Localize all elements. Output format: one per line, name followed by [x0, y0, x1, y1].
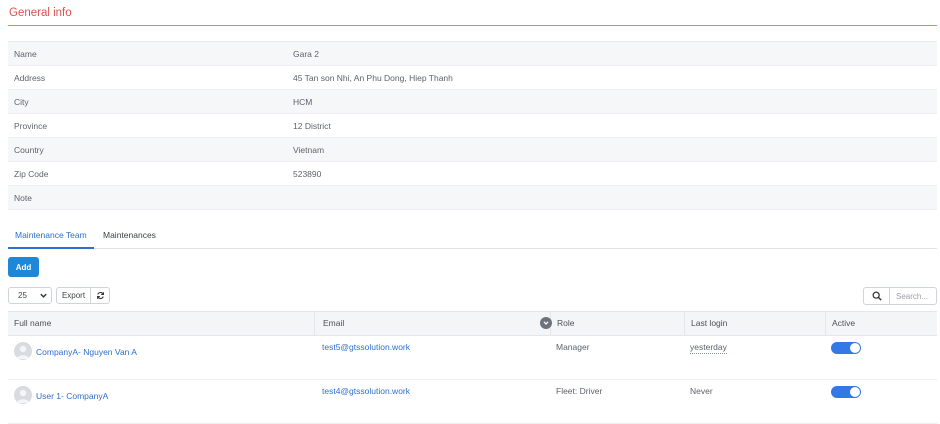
- info-label: City: [14, 96, 29, 107]
- info-row-province: Province 12 District: [8, 114, 937, 138]
- table-row: User 1- CompanyA test4@gtssolution.work …: [8, 380, 937, 424]
- info-value: Vietnam: [293, 144, 325, 155]
- user-email-link[interactable]: test4@gtssolution.work: [322, 386, 410, 396]
- user-last-login: Never: [690, 386, 713, 396]
- info-value: Gara 2: [293, 48, 319, 59]
- info-label: Zip Code: [14, 168, 49, 179]
- info-label: Province: [14, 120, 48, 131]
- column-header-active[interactable]: Active: [825, 312, 937, 335]
- chevron-down-icon: [40, 293, 47, 298]
- refresh-button[interactable]: [90, 287, 110, 304]
- search-input[interactable]: [889, 287, 937, 305]
- user-avatar-icon: [16, 345, 30, 359]
- email-sort-button[interactable]: [540, 317, 552, 329]
- user-name-link[interactable]: User 1- CompanyA: [36, 391, 108, 401]
- table-row: CompanyA- Nguyen Van A test5@gtssolution…: [8, 336, 937, 380]
- info-value: 45 Tan son Nhi, An Phu Dong, Hiep Thanh: [293, 72, 453, 83]
- avatar: [14, 342, 32, 360]
- user-avatar-icon: [16, 389, 30, 403]
- info-label: Address: [14, 72, 46, 83]
- column-header-email[interactable]: Email: [314, 312, 550, 335]
- info-value: HCM: [293, 96, 313, 107]
- tab-bar: Maintenance Team Maintenances: [8, 225, 937, 249]
- info-label: Name: [14, 48, 37, 59]
- info-row-zip-code: Zip Code 523890: [8, 162, 937, 186]
- info-row-city: City HCM: [8, 90, 937, 114]
- avatar: [14, 386, 32, 404]
- user-email-link[interactable]: test5@gtssolution.work: [322, 342, 410, 352]
- toggle-knob: [850, 343, 860, 353]
- user-role: Manager: [556, 342, 590, 352]
- info-value: 523890: [293, 168, 322, 179]
- info-value: 12 District: [293, 120, 331, 131]
- add-button[interactable]: Add: [8, 257, 39, 277]
- column-header-last-login[interactable]: Last login: [684, 312, 825, 335]
- general-info-table: Name Gara 2 Address 45 Tan son Nhi, An P…: [8, 41, 937, 210]
- title-divider: [8, 25, 937, 26]
- column-header-role[interactable]: Role: [550, 312, 684, 335]
- active-toggle[interactable]: [831, 386, 861, 398]
- info-row-name: Name Gara 2: [8, 42, 937, 66]
- info-row-country: Country Vietnam: [8, 138, 937, 162]
- user-name-link[interactable]: CompanyA- Nguyen Van A: [36, 347, 137, 357]
- tab-maintenances[interactable]: Maintenances: [96, 225, 163, 247]
- export-button[interactable]: Export: [56, 287, 91, 304]
- toggle-knob: [850, 387, 860, 397]
- info-label: Country: [14, 144, 44, 155]
- column-header-full-name[interactable]: Full name: [8, 312, 314, 335]
- users-table: Full name Email Role Last login Active C…: [8, 311, 937, 424]
- active-toggle[interactable]: [831, 342, 861, 354]
- page-size-value: 25: [18, 291, 27, 300]
- user-last-login: yesterday: [690, 342, 727, 354]
- chevron-down-icon: [543, 321, 549, 326]
- tab-maintenance-team[interactable]: Maintenance Team: [8, 225, 94, 249]
- search-button[interactable]: [863, 287, 890, 305]
- info-row-note: Note: [8, 186, 937, 210]
- info-row-address: Address 45 Tan son Nhi, An Phu Dong, Hie…: [8, 66, 937, 90]
- info-label: Note: [14, 192, 32, 203]
- general-info-title: General info: [9, 7, 72, 19]
- search-icon: [872, 291, 882, 301]
- refresh-icon: [96, 292, 104, 299]
- page-size-select[interactable]: 25: [8, 287, 52, 304]
- user-role: Fleet: Driver: [556, 386, 603, 396]
- table-header: Full name Email Role Last login Active: [8, 311, 937, 336]
